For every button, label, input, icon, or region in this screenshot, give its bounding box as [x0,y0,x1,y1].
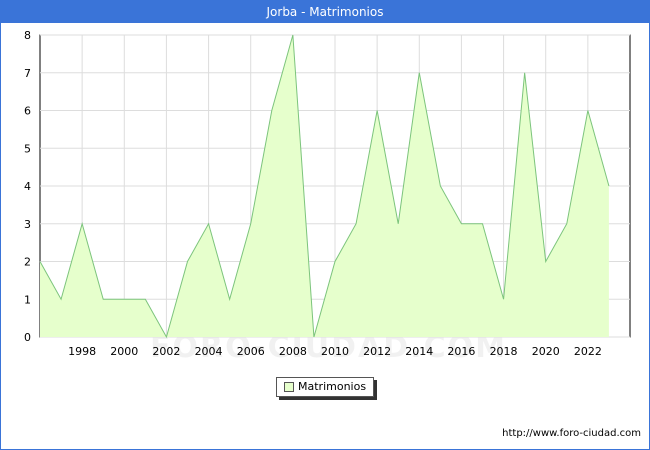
x-tick-label: 2000 [110,345,138,358]
legend: Matrimonios [276,377,374,397]
x-tick-label: 1998 [68,345,96,358]
y-tick-label: 0 [24,331,31,344]
x-tick-label: 2012 [363,345,391,358]
x-tick-label: 2014 [405,345,433,358]
x-tick-label: 2016 [447,345,475,358]
x-tick-label: 2008 [279,345,307,358]
y-tick-label: 1 [24,293,31,306]
x-tick-label: 2010 [321,345,349,358]
x-tick-label: 2002 [152,345,180,358]
legend-label-matrimonios: Matrimonios [298,380,367,393]
x-tick-label: 2006 [237,345,265,358]
y-tick-label: 3 [24,218,31,231]
y-axis-ticks: 0 1 2 3 4 5 6 7 8 [24,29,31,344]
y-tick-label: 4 [24,180,31,193]
y-tick-label: 5 [24,142,31,155]
y-tick-label: 6 [24,105,31,118]
y-tick-label: 2 [24,256,31,269]
x-tick-label: 2020 [532,345,560,358]
x-tick-label: 2004 [195,345,223,358]
y-tick-label: 7 [24,67,31,80]
legend-swatch-matrimonios [284,382,294,392]
x-tick-label: 2022 [574,345,602,358]
y-tick-label: 8 [24,29,31,42]
x-axis-ticks: 1998 2000 2002 2004 2006 2008 2010 2012 2014 2016… [68,345,602,358]
x-tick-label: 2018 [490,345,518,358]
source-url[interactable]: http://www.foro-ciudad.com [502,428,641,439]
